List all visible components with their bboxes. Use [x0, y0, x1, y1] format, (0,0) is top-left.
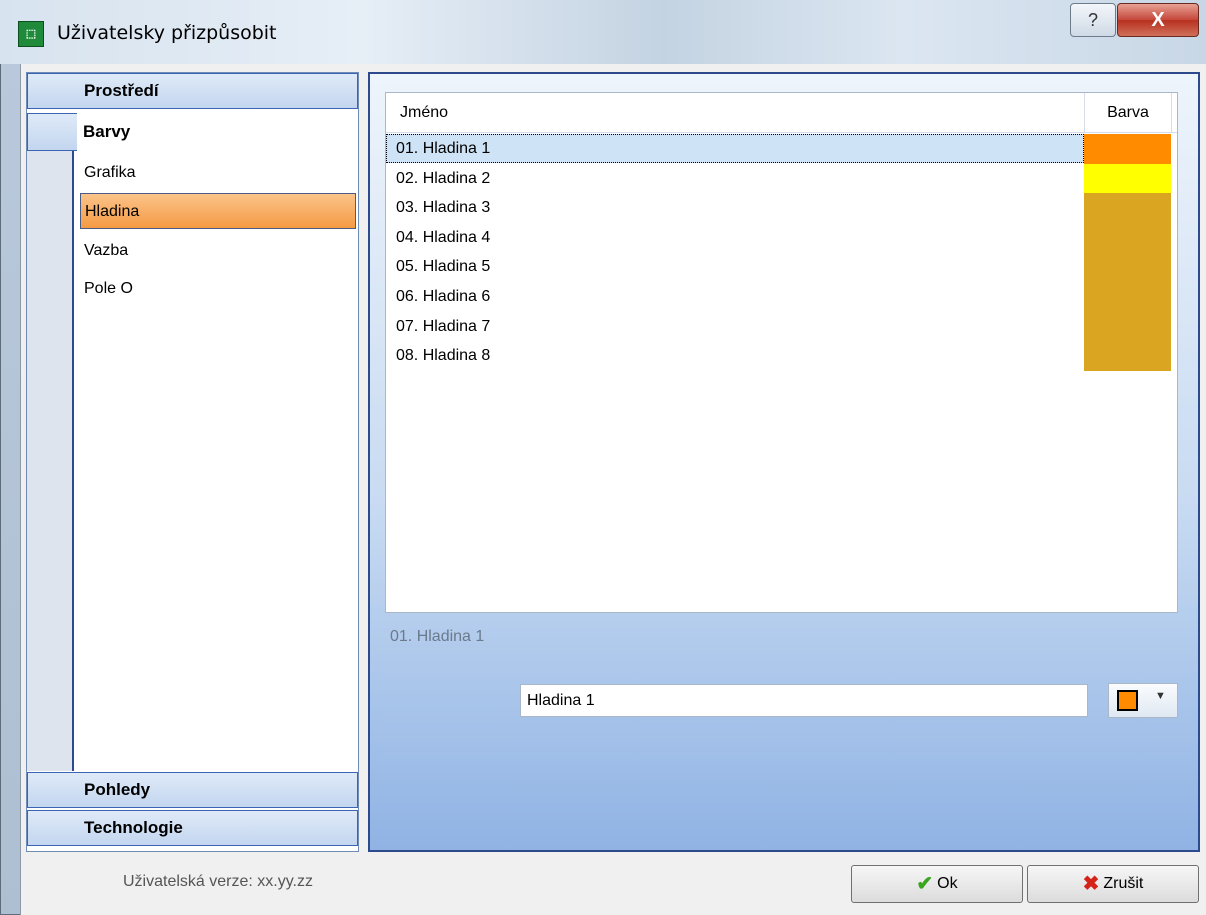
help-button[interactable]: ?	[1070, 3, 1116, 37]
nav-item-pole-o[interactable]: Pole O	[80, 271, 356, 307]
row-color-swatch	[1084, 222, 1171, 253]
row-name: 05. Hladina 5	[396, 258, 491, 276]
category-nav: Prostředí Barvy Grafika Hladina Vazba Po…	[26, 72, 359, 852]
color-swatch	[1117, 690, 1138, 711]
row-color-swatch	[1084, 193, 1171, 224]
layer-name-input[interactable]	[520, 684, 1088, 717]
column-header-color[interactable]: Barva	[1084, 93, 1172, 132]
selected-item-caption: 01. Hladina 1	[390, 628, 485, 645]
list-header: Jméno Barva	[386, 93, 1177, 133]
version-label: Uživatelská verze: xx.yy.zz	[123, 873, 313, 890]
nav-section-pohledy[interactable]: Pohledy	[27, 772, 358, 808]
list-row[interactable]: 04. Hladina 4	[386, 222, 1177, 253]
row-color-swatch	[1084, 282, 1171, 312]
row-name: 02. Hladina 2	[396, 169, 491, 187]
list-row[interactable]: 06. Hladina 6	[386, 282, 1177, 312]
row-name: 07. Hladina 7	[396, 317, 491, 335]
list-row[interactable]: 01. Hladina 1	[386, 134, 1177, 164]
selection-highlight	[386, 134, 1084, 163]
list-row[interactable]: 03. Hladina 3	[386, 193, 1177, 224]
list-row[interactable]: 02. Hladina 2	[386, 163, 1177, 194]
row-name: 03. Hladina 3	[396, 199, 491, 217]
row-color-swatch	[1084, 163, 1171, 194]
nav-item-vazba[interactable]: Vazba	[80, 233, 356, 269]
row-name: 04. Hladina 4	[396, 228, 491, 246]
list-row[interactable]: 08. Hladina 8	[386, 341, 1177, 372]
checkmark-icon: ✔	[916, 873, 934, 895]
row-color-swatch	[1084, 252, 1171, 283]
row-name: 08. Hladina 8	[396, 347, 491, 365]
nav-item-grafika[interactable]: Grafika	[80, 155, 356, 191]
nav-subitem-rail	[27, 151, 74, 771]
nav-section-prostredi[interactable]: Prostředí	[27, 73, 358, 109]
close-icon: X	[1151, 9, 1165, 31]
row-color-swatch	[1084, 341, 1171, 372]
cancel-label: Zrušit	[1103, 875, 1144, 892]
close-button[interactable]: X	[1117, 3, 1199, 37]
nav-section-technologie[interactable]: Technologie	[27, 810, 358, 846]
row-color-swatch	[1084, 311, 1171, 342]
color-picker-dropdown[interactable]: ▼	[1108, 683, 1178, 718]
row-name: 01. Hladina 1	[396, 140, 491, 157]
chevron-down-icon: ▼	[1155, 690, 1166, 702]
window-title: Uživatelsky přizpůsobit	[57, 22, 277, 44]
list-row[interactable]: 07. Hladina 7	[386, 311, 1177, 342]
ok-button[interactable]: ✔ Ok	[851, 865, 1023, 903]
row-name: 06. Hladina 6	[396, 288, 491, 305]
row-color-swatch	[1084, 134, 1171, 164]
ok-label: Ok	[937, 875, 958, 892]
column-header-name[interactable]: Jméno	[400, 93, 448, 133]
cancel-button[interactable]: ✖ Zrušit	[1027, 865, 1199, 903]
nav-item-hladina[interactable]: Hladina	[80, 193, 356, 229]
nav-section-marker	[27, 113, 77, 151]
x-icon: ✖	[1082, 873, 1100, 895]
layer-color-list[interactable]: Jméno Barva 01. Hladina 1 02. Hladina 2 03…	[385, 92, 1178, 613]
app-icon: ⬚	[18, 21, 44, 47]
list-row[interactable]: 05. Hladina 5	[386, 252, 1177, 283]
